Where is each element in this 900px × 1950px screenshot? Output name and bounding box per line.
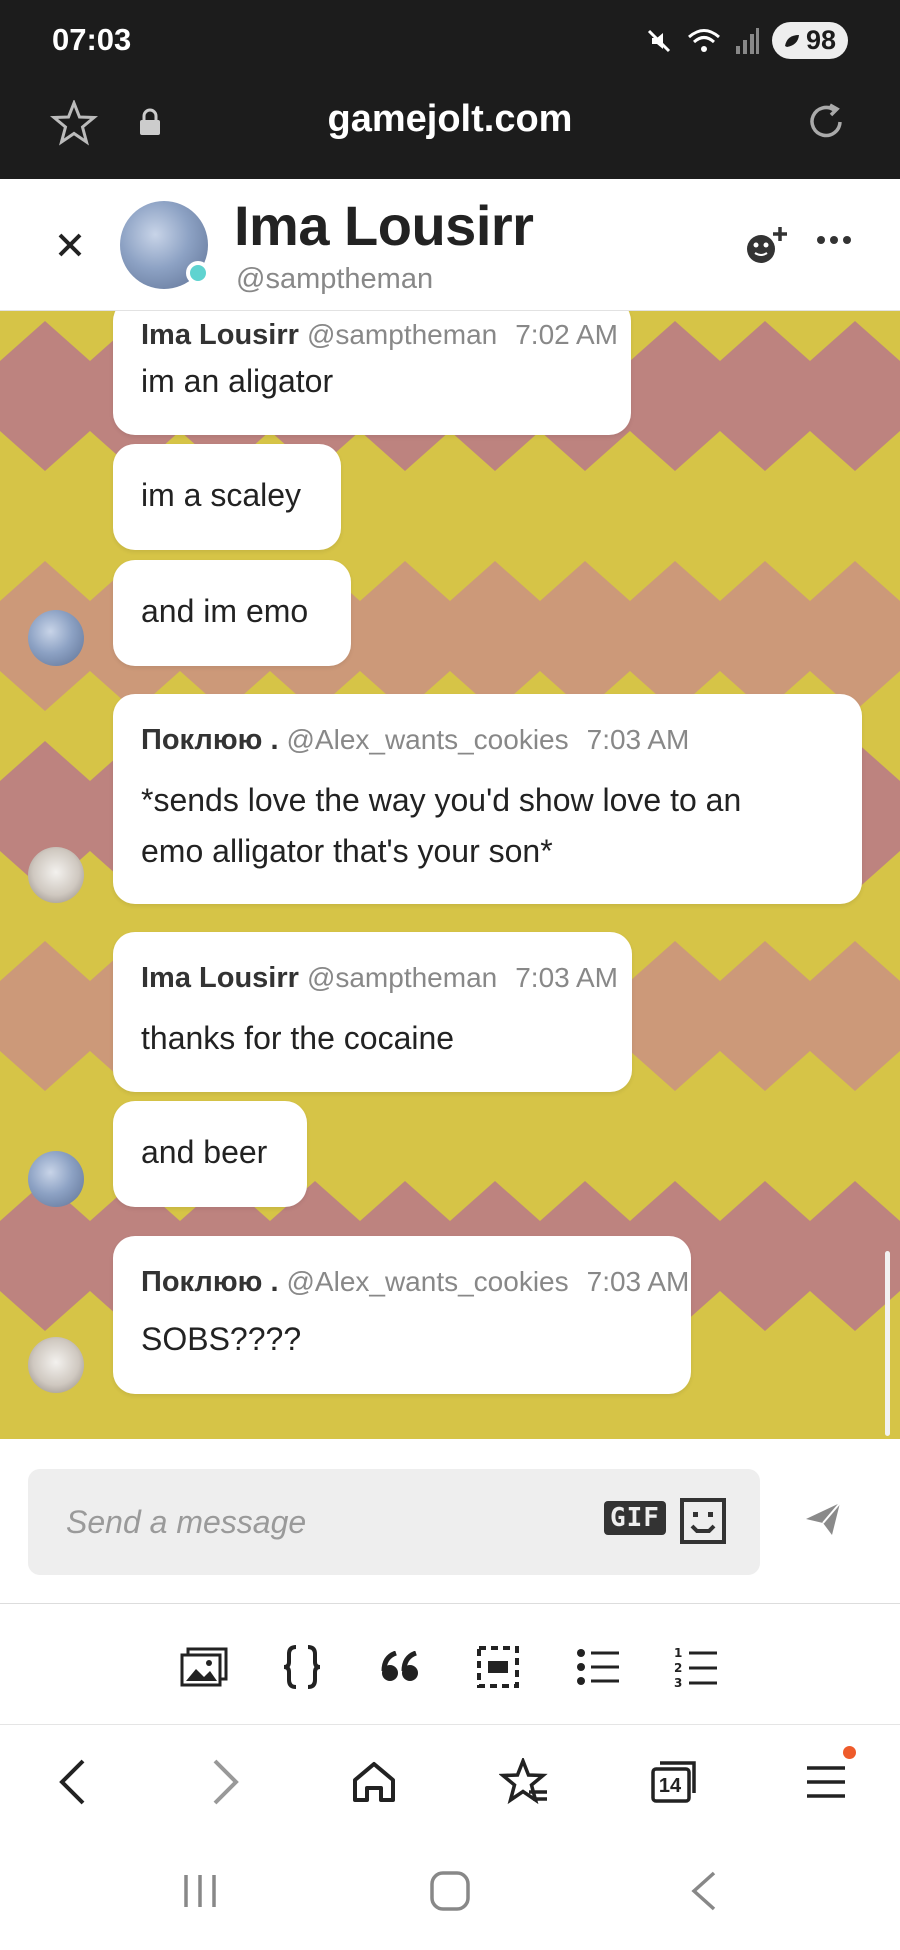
quote-button[interactable]	[374, 1641, 426, 1693]
bullet-list-icon	[577, 1649, 619, 1685]
browser-home-button[interactable]	[344, 1752, 404, 1812]
message-text: emo alligator that's your son*	[141, 833, 553, 869]
home-button[interactable]	[425, 1866, 475, 1916]
battery-saver-icon	[784, 34, 799, 47]
numbered-list-icon: 123	[674, 1646, 717, 1689]
chat-user-handle: @samptheman	[236, 263, 434, 295]
message-handle: @Alex_wants_cookies	[286, 724, 569, 755]
url-bar-text[interactable]: gamejolt.com	[0, 98, 900, 141]
message-bubble[interactable]: Ima Lousirr @samptheman 7:02 AM im an alig…	[113, 311, 631, 435]
online-status-dot	[186, 261, 210, 285]
browser-bottom-nav: 14	[0, 1726, 900, 1836]
reload-icon[interactable]	[804, 100, 848, 144]
message-time: 7:03 AM	[586, 724, 690, 755]
chat-user-name[interactable]: Ima Lousirr	[234, 193, 534, 258]
tab-count: 14	[658, 1774, 682, 1797]
format-toolbar: 123	[0, 1605, 900, 1725]
chat-scrollbar[interactable]	[885, 1251, 890, 1436]
chat-avatar[interactable]	[120, 201, 210, 289]
message-meta: Поклюю . @Alex_wants_cookies 7:03 AM	[141, 1266, 689, 1299]
message-author[interactable]: Поклюю .	[141, 1266, 279, 1298]
bookmarks-star-icon	[499, 1758, 548, 1805]
message-text: SOBS????	[141, 1321, 302, 1357]
code-braces-icon	[283, 1645, 321, 1689]
message-text: thanks for the cocaine	[141, 1020, 455, 1056]
insert-image-button[interactable]	[178, 1641, 230, 1693]
message-time: 7:03 AM	[515, 962, 618, 993]
message-time: 7:02 AM	[515, 319, 618, 350]
wifi-icon	[687, 28, 720, 52]
message-bubble[interactable]: im a scaley	[113, 444, 341, 550]
recent-apps-button[interactable]	[175, 1866, 225, 1916]
image-icon	[180, 1647, 228, 1687]
message-composer: GIF	[0, 1439, 900, 1604]
more-options-icon[interactable]	[816, 233, 852, 247]
spoiler-icon	[477, 1646, 519, 1688]
status-icons: 98	[644, 22, 848, 59]
svg-text:3: 3	[674, 1676, 682, 1689]
message-meta: Ima Lousirr @samptheman 7:02 AM	[141, 319, 618, 352]
browser-tabs-button[interactable]: 14	[644, 1752, 704, 1812]
message-author[interactable]: Ima Lousirr	[141, 962, 299, 994]
user-avatar[interactable]	[28, 1151, 84, 1207]
back-arrow-icon	[59, 1759, 85, 1805]
message-meta: Ima Lousirr @samptheman 7:03 AM	[141, 962, 618, 995]
message-handle: @Alex_wants_cookies	[286, 1266, 569, 1297]
browser-bookmarks-button[interactable]	[494, 1752, 554, 1812]
message-bubble[interactable]: and beer	[113, 1101, 307, 1207]
add-friend-icon[interactable]	[744, 225, 788, 265]
message-time: 7:03 AM	[586, 1266, 690, 1297]
system-back-icon	[691, 1871, 716, 1911]
message-author[interactable]: Ima Lousirr	[141, 319, 299, 351]
svg-text:1: 1	[674, 1646, 682, 1660]
message-meta: Поклюю . @Alex_wants_cookies 7:03 AM	[141, 724, 689, 757]
status-time: 07:03	[52, 22, 132, 57]
message-handle: @samptheman	[306, 962, 498, 993]
forward-arrow-icon	[213, 1759, 239, 1805]
mute-icon	[647, 29, 671, 52]
user-avatar[interactable]	[28, 610, 84, 666]
emoji-icon[interactable]	[679, 1497, 727, 1545]
message-author[interactable]: Поклюю .	[141, 724, 279, 756]
message-input[interactable]	[28, 1469, 588, 1575]
back-button[interactable]	[678, 1866, 728, 1916]
browser-forward-button[interactable]	[196, 1752, 256, 1812]
message-input-box: GIF	[28, 1469, 760, 1575]
numbered-list-button[interactable]: 123	[670, 1641, 722, 1693]
chat-messages[interactable]: Ima Lousirr @samptheman 7:02 AM im an alig…	[0, 311, 900, 1439]
svg-text:2: 2	[674, 1661, 682, 1675]
message-text: and im emo	[141, 593, 309, 629]
chat-header: Ima Lousirr @samptheman	[0, 179, 900, 311]
signal-icon	[735, 27, 759, 54]
battery-indicator: 98	[771, 22, 848, 59]
message-handle: @samptheman	[306, 319, 498, 350]
message-text: im a scaley	[141, 477, 302, 513]
message-bubble[interactable]: Поклюю . @Alex_wants_cookies 7:03 AM SOBS?…	[113, 1236, 691, 1394]
recent-apps-icon	[184, 1875, 216, 1907]
gif-button[interactable]: GIF	[604, 1501, 666, 1535]
code-button[interactable]	[276, 1641, 328, 1693]
quote-icon	[381, 1651, 418, 1681]
user-avatar[interactable]	[28, 1337, 84, 1393]
message-text: im an aligator	[141, 363, 334, 399]
close-icon[interactable]	[50, 225, 90, 265]
message-bubble[interactable]: and im emo	[113, 560, 351, 666]
message-text: *sends love the way you'd show love to a…	[141, 782, 742, 818]
hamburger-menu-icon	[807, 1766, 845, 1798]
browser-menu-button[interactable]	[796, 1746, 856, 1812]
send-icon[interactable]	[804, 1501, 842, 1537]
notification-dot	[843, 1746, 856, 1759]
battery-level: 98	[805, 25, 836, 55]
bullet-list-button[interactable]	[572, 1641, 624, 1693]
message-text: and beer	[141, 1134, 268, 1170]
user-avatar[interactable]	[28, 847, 84, 903]
home-icon	[353, 1762, 395, 1802]
message-bubble[interactable]: Поклюю . @Alex_wants_cookies 7:03 AM *send…	[113, 694, 862, 904]
browser-back-button[interactable]	[42, 1752, 102, 1812]
message-bubble[interactable]: Ima Lousirr @samptheman 7:03 AM thanks for…	[113, 932, 632, 1092]
system-nav-bar	[0, 1836, 900, 1950]
browser-top-bar: 07:03 98 gamejolt.com	[0, 0, 900, 179]
spoiler-button[interactable]	[472, 1641, 524, 1693]
home-square-icon	[430, 1871, 470, 1911]
